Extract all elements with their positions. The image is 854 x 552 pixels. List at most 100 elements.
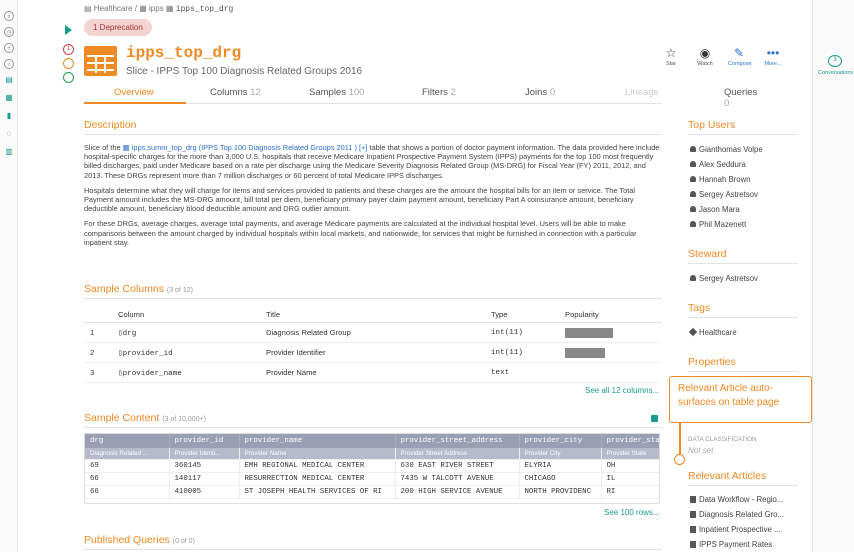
person-icon (690, 221, 696, 227)
see-rows-link[interactable]: See 100 rows... (604, 508, 660, 517)
properties-heading: Properties (688, 356, 798, 372)
sample-columns-table: Column Title Type Popularity 1 ▯drg Diag… (84, 307, 662, 383)
data-classification-label: DATA CLASSIFICATION (688, 436, 757, 443)
popularity-bar (565, 327, 613, 338)
table-row: 3 ▯provider_name Provider Name text (84, 362, 662, 383)
user-link[interactable]: Alex Seddura (690, 160, 746, 169)
callout-anchor-dot (674, 454, 685, 465)
breadcrumb-root[interactable]: Healthcare (94, 4, 133, 13)
document-icon (690, 526, 696, 533)
active-tab-indicator (84, 102, 186, 104)
table-row: 66 140117 RESURRECTION MEDICAL CENTER 7435 … (85, 472, 659, 486)
table-row: 69 360145 EMH REGIONAL MEDICAL CENTER 630 E… (85, 459, 659, 473)
chat-icon[interactable]: ◌ (4, 129, 14, 139)
watch-button[interactable]: ◉ Watch (694, 46, 716, 67)
breadcrumb-schema[interactable]: ipps (149, 4, 164, 13)
relevant-articles-heading: Relevant Articles (688, 470, 798, 486)
sample-columns-heading: Sample Columns (3 of 12) (84, 283, 662, 299)
ellipsis-icon: ••• (766, 46, 780, 60)
tab-queries[interactable]: Queries 0 (724, 87, 757, 109)
article-link[interactable]: IPPS Payment Rates (690, 540, 772, 549)
source-table-link[interactable]: ▦ ipps.summ_top_drg (IPPS Top 100 Diagno… (123, 143, 357, 152)
conversations-button[interactable]: 3 Conversations (818, 55, 853, 76)
user-link[interactable]: Gianthomas Volpe (690, 145, 763, 154)
star-button[interactable]: ☆ Star (660, 46, 682, 67)
user-link[interactable]: Hannah Brown (690, 175, 751, 184)
breadcrumb: ▤ Healthcare / ▦ ipps ▦ ipps_top_drg (84, 4, 234, 14)
tab-joins[interactable]: Joins 0 (525, 87, 555, 98)
annotation-callout: Relevant Article auto-surfaces on table … (669, 376, 812, 423)
document-icon (690, 511, 696, 518)
tag-link[interactable]: Healthcare (688, 327, 737, 337)
tab-filters[interactable]: Filters 2 (422, 87, 456, 98)
database-icon[interactable]: ▤ (4, 75, 14, 85)
table-row: 66 410005 ST JOSEPH HEALTH SERVICES OF RI 2… (85, 485, 659, 499)
expand-link[interactable]: [+] (359, 143, 367, 152)
tab-samples[interactable]: Samples 100 (309, 87, 364, 98)
top-users-heading: Top Users (688, 119, 798, 135)
sample-content-grid: drg provider_id provider_name provider_s… (84, 433, 660, 504)
article-link[interactable]: Diagnosis Related Gro... (690, 510, 784, 519)
expand-triangle-icon[interactable] (65, 25, 72, 35)
sample-content-heading: Sample Content (3 of 10,000+) (84, 412, 662, 428)
breadcrumb-table: ipps_top_drg (175, 5, 234, 14)
tag-icon (688, 327, 698, 337)
ok-status-icon[interactable] (63, 72, 74, 83)
document-icon (690, 541, 696, 548)
person-icon (690, 161, 696, 167)
bar-chart-icon[interactable]: ▥ (4, 147, 14, 157)
eye-icon: ◉ (699, 46, 711, 60)
data-classification-value[interactable]: Not set (688, 446, 713, 455)
person-icon (690, 176, 696, 182)
steward-link[interactable]: Sergey Astretsov (690, 274, 758, 283)
table-icon: ▦ (165, 4, 174, 13)
table-row: 2 ▯provider_id Provider Identifier int(1… (84, 342, 662, 363)
search-icon[interactable]: ⌕ (4, 11, 14, 21)
table-grid-icon (84, 46, 117, 76)
compose-icon[interactable]: + (4, 43, 14, 53)
tab-bar: Overview Columns 12 Samples 100 Filters … (84, 84, 757, 109)
steward-heading: Steward (688, 248, 798, 264)
user-link[interactable]: Jason Mara (690, 205, 740, 214)
column-link-provider-name[interactable]: ▯provider_name (112, 362, 260, 383)
person-icon (690, 191, 696, 197)
table-icon[interactable]: ▦ (4, 93, 14, 103)
user-link[interactable]: Sergey Astretsov (690, 190, 758, 199)
person-icon (690, 275, 696, 281)
see-all-columns-link[interactable]: See all 12 columns... (585, 386, 659, 395)
deprecation-badge[interactable]: 1 Deprecation (84, 19, 152, 36)
column-link-provider-id[interactable]: ▯provider_id (112, 342, 260, 363)
person-icon (690, 146, 696, 152)
person-icon (690, 206, 696, 212)
page-title: ipps_top_drg (126, 44, 242, 62)
tab-lineage: Lineage (625, 87, 659, 98)
compose-button[interactable]: ✎ Compose (728, 46, 752, 67)
user-link[interactable]: Phil Mazenett (690, 220, 746, 229)
description-body: Slice of the ▦ ipps.summ_top_drg (IPPS T… (84, 143, 660, 247)
schema-icon: ▦ (139, 4, 147, 13)
tags-heading: Tags (688, 302, 798, 318)
left-navigation-rail: ⌕ ◷ + ‹ ▤ ▦ ▮ ◌ ▥ (0, 0, 18, 552)
tab-overview[interactable]: Overview (114, 87, 154, 98)
document-icon (690, 496, 696, 503)
star-icon: ☆ (665, 46, 677, 60)
article-link[interactable]: Inpatient Prospective ... (690, 525, 780, 534)
table-row: 1 ▯drg Diagnosis Related Group int(11) (84, 322, 662, 343)
published-queries-heading: Published Queries (0 of 0) (84, 534, 662, 550)
column-link-drg[interactable]: ▯drg (112, 322, 260, 343)
tab-columns[interactable]: Columns 12 (210, 87, 261, 98)
page-subtitle: Slice - IPPS Top 100 Diagnosis Related G… (126, 66, 363, 77)
open-external-icon[interactable] (651, 415, 658, 422)
callout-connector (679, 423, 681, 454)
error-status-icon[interactable]: 1 (63, 44, 74, 55)
document-icon[interactable]: ▮ (4, 111, 14, 121)
header-actions: ☆ Star ◉ Watch ✎ Compose ••• More... (660, 46, 784, 67)
right-rail: 3 Conversations (812, 0, 854, 552)
back-icon[interactable]: ‹ (4, 59, 14, 69)
article-link[interactable]: Data Workflow - Regio... (690, 495, 783, 504)
warning-status-icon[interactable] (63, 58, 74, 69)
more-button[interactable]: ••• More... (762, 46, 784, 67)
history-icon[interactable]: ◷ (4, 27, 14, 37)
database-icon: ▤ (84, 4, 92, 13)
popularity-bar (565, 347, 605, 358)
